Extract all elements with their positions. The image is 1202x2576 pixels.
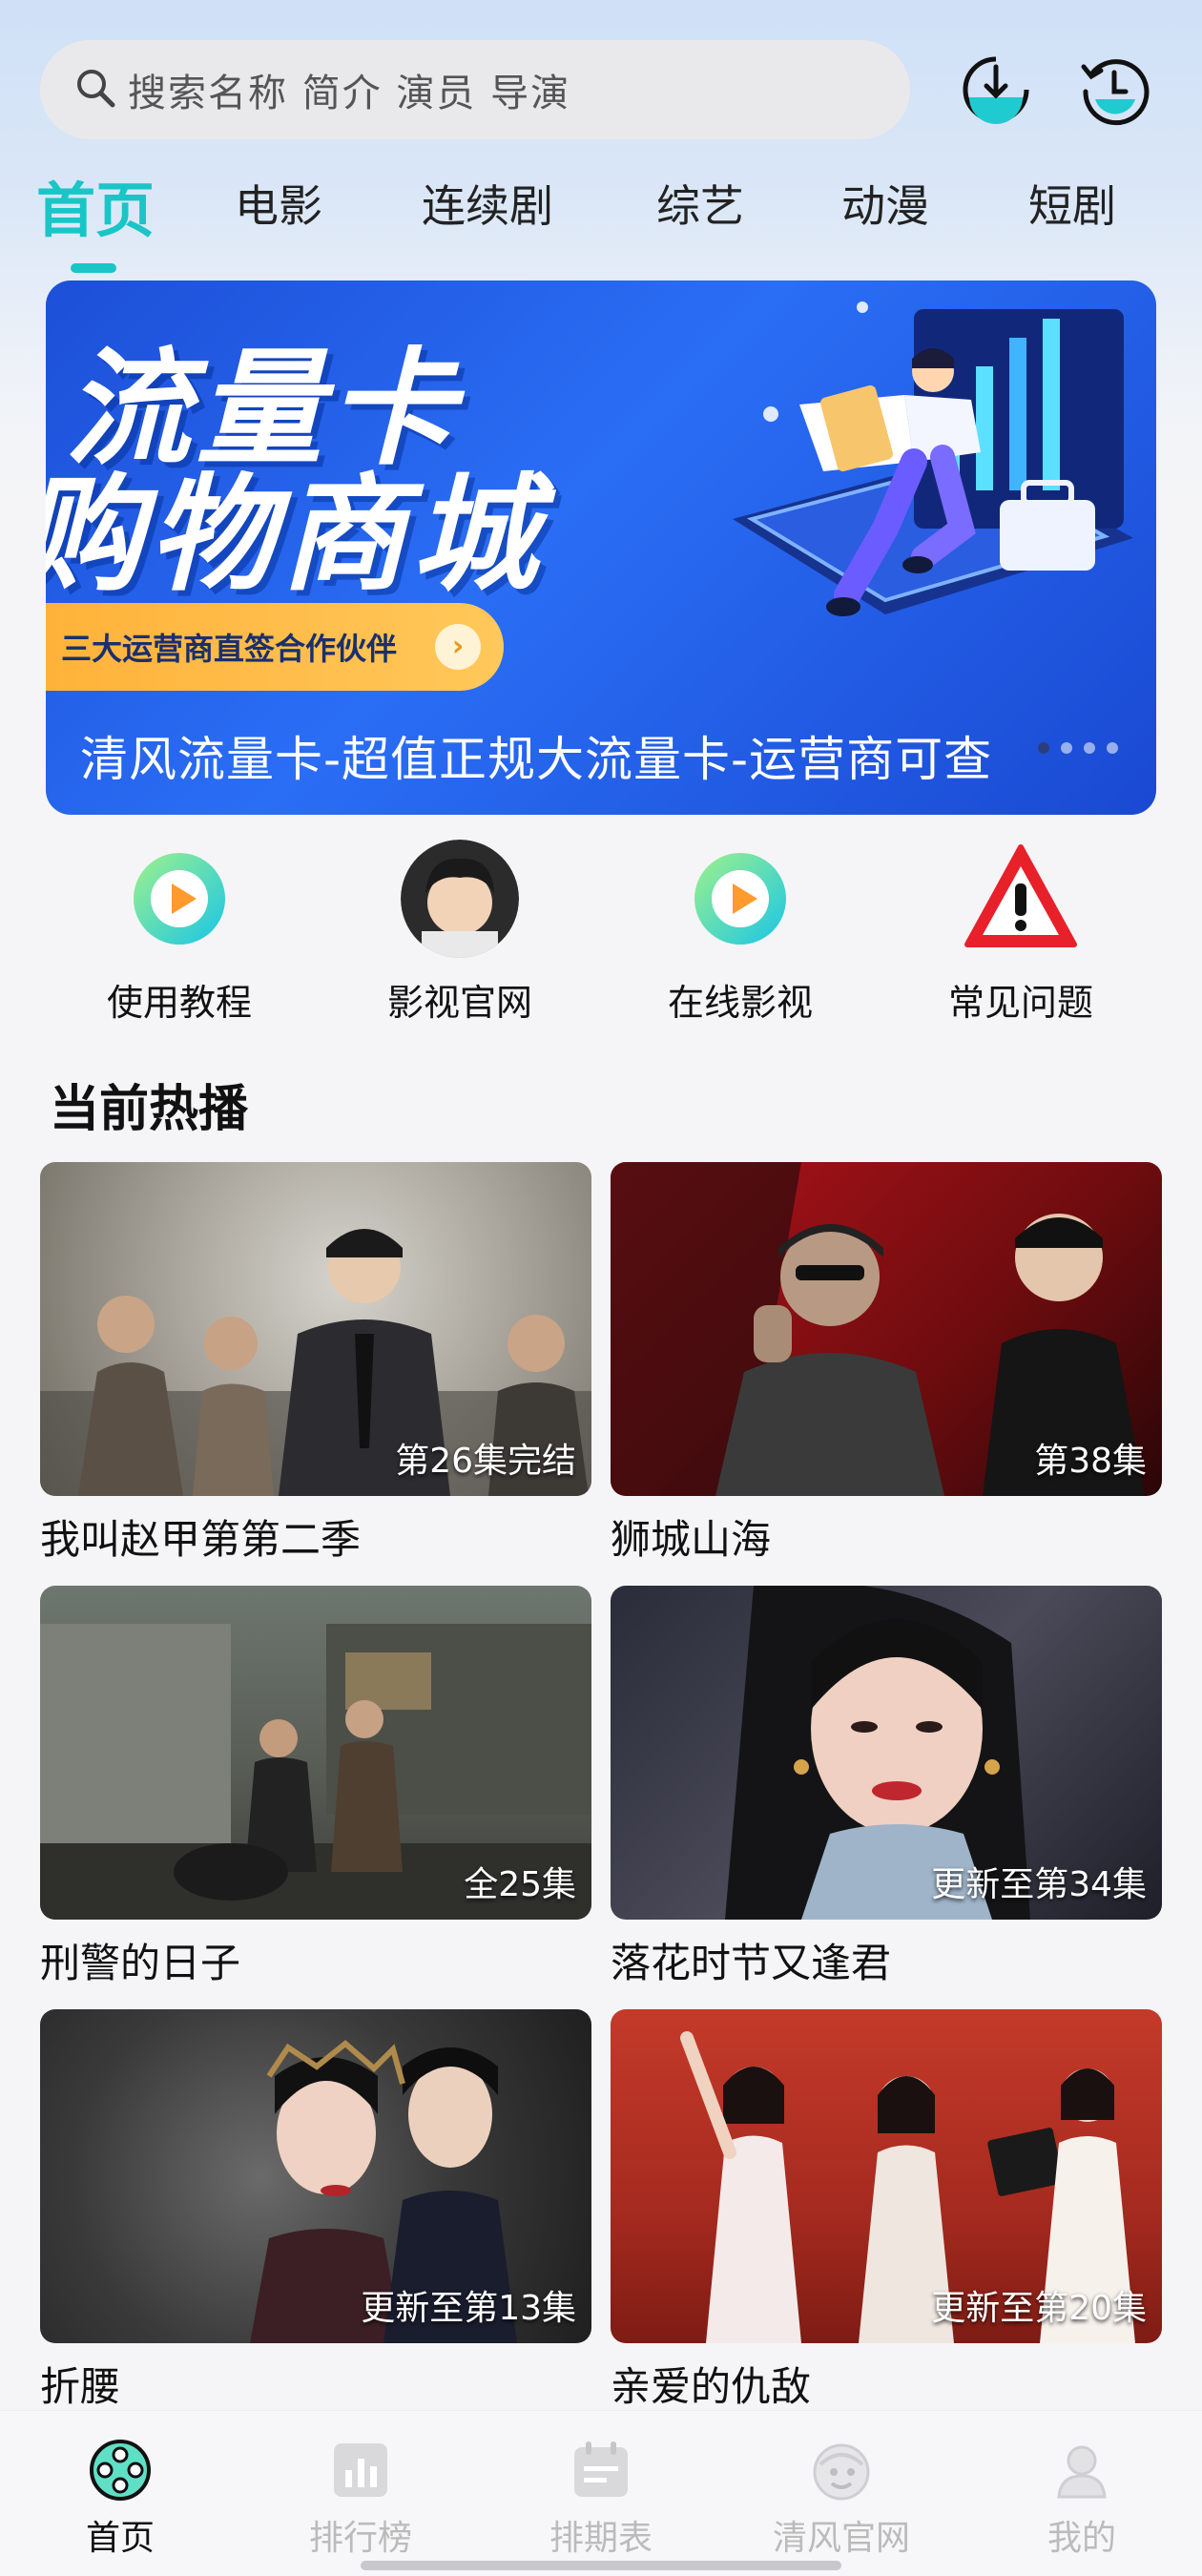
warning-icon bbox=[962, 840, 1080, 958]
episode-badge: 更新至第34集 bbox=[931, 1865, 1147, 1904]
nav-official-site[interactable]: 清风官网 bbox=[736, 2436, 946, 2560]
banner-pill: 三大运营商直签合作伙伴 › bbox=[46, 603, 504, 691]
banner-caption: 清风流量卡-超值正规大流量卡-运营商可查 bbox=[80, 732, 993, 787]
calendar-icon bbox=[567, 2436, 635, 2504]
poster-image: 更新至第34集 bbox=[611, 1586, 1162, 1920]
download-icon[interactable] bbox=[956, 50, 1036, 130]
episode-badge: 第26集完结 bbox=[395, 1442, 576, 1481]
poster-image: 第26集完结 bbox=[40, 1162, 591, 1496]
show-card[interactable]: 更新至第20集 亲爱的仇敌 bbox=[611, 2009, 1162, 2413]
quick-link-label: 使用教程 bbox=[106, 982, 252, 1024]
home-indicator bbox=[361, 2561, 841, 2570]
show-card[interactable]: 更新至第13集 折腰 bbox=[40, 2009, 591, 2413]
search-icon bbox=[73, 65, 118, 114]
show-title: 刑警的日子 bbox=[40, 1940, 241, 1986]
pagination-dot[interactable] bbox=[1061, 742, 1072, 754]
nav-schedule[interactable]: 排期表 bbox=[496, 2436, 706, 2560]
show-card[interactable]: 第26集完结 我叫赵甲第第二季 bbox=[40, 1162, 591, 1566]
show-title: 我叫赵甲第第二季 bbox=[40, 1516, 362, 1563]
nav-ranking[interactable]: 排行榜 bbox=[256, 2436, 466, 2560]
show-title: 狮城山海 bbox=[611, 1516, 772, 1563]
quick-link-online-video[interactable]: 在线影视 bbox=[635, 840, 845, 1026]
nav-label: 排行榜 bbox=[308, 2519, 412, 2558]
tab-short-drama[interactable]: 短剧 bbox=[1028, 172, 1116, 235]
play-icon bbox=[120, 840, 238, 958]
globe-icon bbox=[807, 2436, 876, 2504]
episode-badge: 全25集 bbox=[464, 1865, 576, 1904]
show-title: 亲爱的仇敌 bbox=[611, 2363, 812, 2410]
profile-icon bbox=[1047, 2436, 1116, 2504]
tab-movies[interactable]: 电影 bbox=[235, 172, 322, 235]
nav-label: 清风官网 bbox=[772, 2519, 910, 2558]
tab-series[interactable]: 连续剧 bbox=[422, 172, 553, 235]
show-card[interactable]: 第38集 狮城山海 bbox=[611, 1162, 1162, 1566]
play-icon bbox=[681, 840, 799, 958]
chevron-right-icon: › bbox=[435, 624, 481, 670]
quick-link-tutorial[interactable]: 使用教程 bbox=[74, 840, 284, 1026]
history-icon[interactable] bbox=[1074, 50, 1154, 130]
episode-badge: 第38集 bbox=[1034, 1442, 1147, 1481]
nav-label: 排期表 bbox=[549, 2519, 653, 2558]
quick-link-label: 常见问题 bbox=[947, 982, 1093, 1024]
tab-indicator bbox=[71, 263, 116, 273]
banner-pill-text: 三大运营商直签合作伙伴 bbox=[61, 631, 398, 667]
nav-home[interactable]: 首页 bbox=[15, 2436, 225, 2560]
pagination-dot[interactable] bbox=[1107, 742, 1118, 754]
quick-link-official-site[interactable]: 影视官网 bbox=[355, 840, 565, 1026]
nav-label: 我的 bbox=[1047, 2519, 1116, 2558]
show-title: 折腰 bbox=[40, 2363, 121, 2410]
poster-image: 第38集 bbox=[611, 1162, 1162, 1496]
search-bar[interactable]: 搜索名称 简介 演员 导演 bbox=[40, 40, 910, 139]
chart-icon bbox=[326, 2436, 395, 2504]
poster-image: 更新至第13集 bbox=[40, 2009, 591, 2343]
poster-image: 全25集 bbox=[40, 1586, 591, 1920]
show-title: 落花时节又逢君 bbox=[611, 1940, 892, 1986]
episode-badge: 更新至第13集 bbox=[361, 2289, 576, 2328]
pagination-dot[interactable] bbox=[1084, 742, 1095, 754]
quick-link-label: 在线影视 bbox=[667, 982, 813, 1024]
tab-home[interactable]: 首页 bbox=[36, 162, 155, 248]
section-title: 当前热播 bbox=[50, 1081, 249, 1138]
tab-anime[interactable]: 动漫 bbox=[841, 172, 929, 235]
banner-pagination bbox=[1038, 742, 1118, 754]
nav-label: 首页 bbox=[85, 2519, 155, 2558]
bottom-navigation: 首页 排行榜 排期表 清风官网 我的 bbox=[0, 2410, 1202, 2576]
pagination-dot[interactable] bbox=[1038, 742, 1049, 754]
search-placeholder: 搜索名称 简介 演员 导演 bbox=[128, 72, 571, 115]
quick-link-label: 影视官网 bbox=[386, 982, 532, 1024]
quick-link-faq[interactable]: 常见问题 bbox=[916, 840, 1126, 1026]
nav-profile[interactable]: 我的 bbox=[977, 2436, 1187, 2560]
episode-badge: 更新至第20集 bbox=[931, 2289, 1147, 2328]
home-film-icon bbox=[86, 2436, 155, 2504]
banner-headline-2: 购物商城 bbox=[46, 462, 544, 609]
category-tabs: 首页 电影 连续剧 综艺 动漫 短剧 bbox=[0, 172, 1202, 277]
show-card[interactable]: 更新至第34集 落花时节又逢君 bbox=[611, 1586, 1162, 1989]
tab-variety[interactable]: 综艺 bbox=[656, 172, 744, 235]
poster-image: 更新至第20集 bbox=[611, 2009, 1162, 2343]
avatar bbox=[401, 840, 519, 958]
promo-banner[interactable]: 流量卡 购物商城 三大运营商直签合作伙伴 › 清风流量卡-超值正规大流量卡-运营… bbox=[46, 280, 1156, 815]
show-card[interactable]: 全25集 刑警的日子 bbox=[40, 1586, 591, 1989]
